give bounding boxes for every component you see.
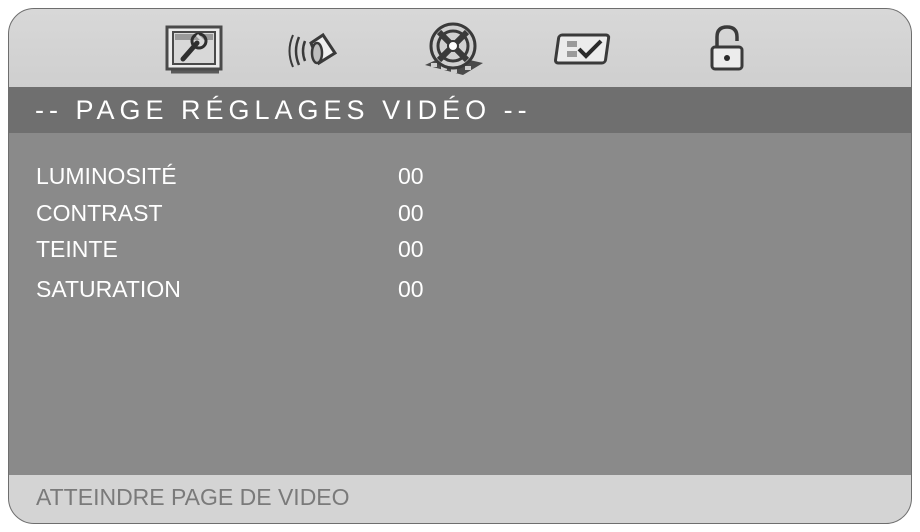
setting-value: 00 xyxy=(398,276,424,302)
setting-row-contrast[interactable]: CONTRAST 00 xyxy=(9,200,911,236)
setup-toolbar xyxy=(9,9,911,87)
password-setup-icon[interactable] xyxy=(707,21,747,79)
preference-setup-icon[interactable] xyxy=(553,21,619,79)
setting-value: 00 xyxy=(398,163,424,189)
settings-list: LUMINOSITÉ 00 CONTRAST 00 TEINTE 00 SATU… xyxy=(9,133,911,463)
general-setup-icon[interactable] xyxy=(161,21,227,79)
status-bar: ATTEINDRE PAGE DE VIDEO xyxy=(9,475,911,523)
video-setup-icon[interactable] xyxy=(417,19,489,83)
setting-row-teinte[interactable]: TEINTE 00 xyxy=(9,236,911,272)
audio-setup-icon[interactable] xyxy=(283,21,349,79)
setting-label: CONTRAST xyxy=(36,200,163,226)
setting-label: SATURATION xyxy=(36,276,181,302)
setting-row-saturation[interactable]: SATURATION 00 xyxy=(9,276,911,312)
setting-row-luminosite[interactable]: LUMINOSITÉ 00 xyxy=(9,163,911,199)
osd-menu: -- PAGE RÉGLAGES VIDÉO -- LUMINOSITÉ 00 … xyxy=(8,8,912,524)
setting-label: TEINTE xyxy=(36,236,118,262)
setting-label: LUMINOSITÉ xyxy=(36,163,177,189)
setting-value: 00 xyxy=(398,200,424,226)
setting-value: 00 xyxy=(398,236,424,262)
page-title: -- PAGE RÉGLAGES VIDÉO -- xyxy=(9,87,911,133)
